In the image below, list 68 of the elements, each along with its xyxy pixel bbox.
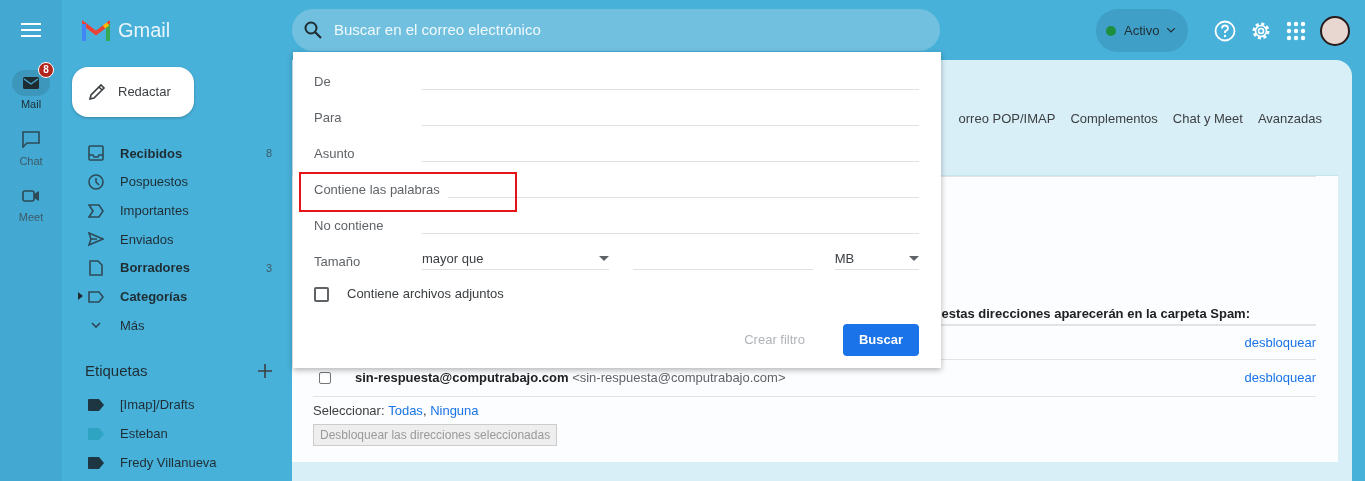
checkbox-label: Contiene archivos adjuntos	[347, 285, 504, 304]
search-button[interactable]: Buscar	[842, 324, 919, 356]
account-avatar[interactable]	[1320, 15, 1350, 46]
search-input[interactable]: Buscar en el correo electrónico	[332, 17, 940, 43]
file-icon	[88, 260, 104, 277]
folder-item[interactable]: Pospuestos	[62, 167, 292, 197]
dropdown-caret-icon	[598, 256, 609, 261]
clock-icon	[88, 174, 104, 191]
label-icon	[88, 288, 104, 305]
add-icon[interactable]	[258, 364, 272, 379]
inbox-icon	[88, 145, 104, 162]
field-label: Tamaño	[314, 254, 362, 270]
logo-icon	[82, 19, 110, 41]
unblock-link[interactable]: desbloquear	[1244, 332, 1316, 353]
important-icon	[88, 202, 104, 219]
status-dot	[1106, 25, 1116, 36]
select-link[interactable]: Todas	[388, 401, 423, 421]
folder-item[interactable]: Importantes	[62, 196, 292, 226]
folder-item[interactable]: Recibidos 8	[62, 139, 292, 168]
select-field[interactable]: mayor que	[422, 248, 609, 270]
folder-item[interactable]: Borradores 3	[62, 253, 292, 283]
chevron-down-icon	[1167, 28, 1176, 33]
section-heading: Etiquetas	[85, 360, 148, 381]
label-item[interactable]: [Imap]/Drafts	[62, 390, 292, 420]
status-button[interactable]: Activo	[1096, 9, 1188, 52]
separator-text: ,	[422, 402, 427, 420]
label-item[interactable]: Fredy Villanueva	[62, 448, 292, 478]
settings-tab[interactable]: orreo POP/IMAP	[958, 109, 1056, 131]
chat-icon[interactable]	[22, 131, 40, 148]
help-icon[interactable]	[1214, 19, 1236, 42]
send-icon	[88, 231, 104, 248]
field-label: De	[314, 74, 332, 90]
field-label: No contiene	[314, 218, 385, 234]
select-link[interactable]: Ninguna	[430, 401, 479, 421]
search-icon[interactable]	[304, 21, 322, 39]
folder-item[interactable]: Categorías	[62, 282, 292, 312]
field-label: Para	[314, 110, 343, 126]
unread-count: 3	[265, 260, 272, 276]
folder-item[interactable]: Más	[62, 311, 292, 340]
pencil-icon	[88, 83, 106, 101]
field-label: Asunto	[314, 146, 356, 162]
settings-tab[interactable]: Avanzadas	[1257, 109, 1322, 131]
rail-label: Meet	[18, 210, 44, 225]
expand-caret-icon[interactable]	[78, 292, 83, 301]
sender-address: sin-respuesta@computrabajo.com <sin-respuesta@computrabajo.com>	[355, 369, 786, 388]
row-checkbox[interactable]	[319, 372, 331, 384]
field-label: Contiene las palabras	[314, 182, 440, 198]
unread-count: 8	[265, 146, 272, 162]
unblock-link[interactable]: desbloquear	[1244, 368, 1316, 388]
settings-tab[interactable]: Chat y Meet	[1172, 109, 1243, 131]
folder-item[interactable]: Enviados	[62, 225, 292, 254]
search-field[interactable]: Buscar en el correo electrónico	[292, 9, 940, 51]
compose-button[interactable]: Redactar	[72, 67, 194, 117]
rail-label: Mail	[20, 97, 42, 112]
mail-icon[interactable]	[23, 77, 39, 89]
select-field[interactable]: MB	[834, 248, 919, 270]
spam-notice-text: estas direcciones aparecerán en la carpeta Spam:	[941, 306, 1250, 321]
video-camera-icon[interactable]	[22, 189, 40, 203]
select-label: Seleccionar:	[313, 402, 385, 420]
app-name: Gmail	[118, 18, 171, 43]
dropdown-caret-icon	[909, 256, 919, 261]
settings-tab[interactable]: Complementos	[1070, 109, 1158, 131]
apps-grid-icon[interactable]	[1286, 20, 1306, 41]
label-item[interactable]: Esteban	[62, 419, 292, 449]
rail-label: Chat	[19, 153, 43, 169]
unread-count-badge: 8	[38, 62, 54, 78]
menu-icon[interactable]	[21, 22, 41, 38]
checkbox[interactable]	[314, 286, 329, 302]
